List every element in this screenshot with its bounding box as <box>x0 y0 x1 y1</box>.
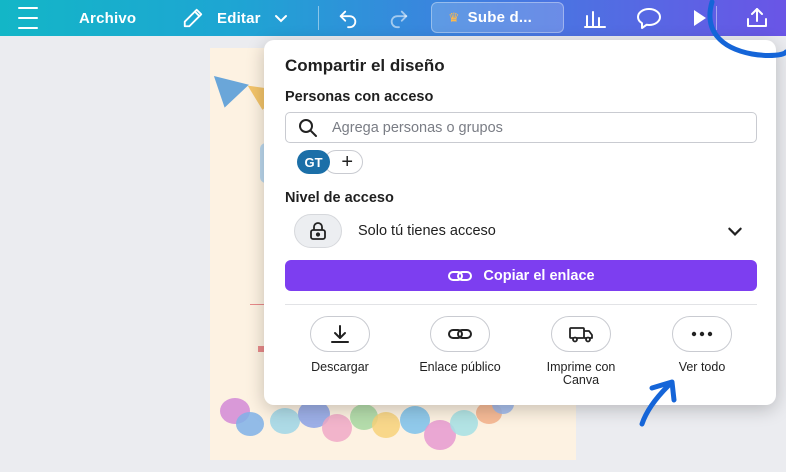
present-button[interactable] <box>693 0 707 36</box>
people-access-label: Personas con acceso <box>285 89 434 105</box>
link-icon <box>448 270 473 281</box>
play-icon <box>694 10 706 26</box>
balloon-decor <box>270 408 300 434</box>
undo-button[interactable] <box>336 0 360 36</box>
download-label: Descargar <box>311 360 369 374</box>
copy-link-label: Copiar el enlace <box>483 267 595 284</box>
panel-title: Compartir el diseño <box>285 56 445 75</box>
redo-button[interactable] <box>387 0 411 36</box>
access-level-label: Nivel de acceso <box>285 190 394 206</box>
chevron-down-icon <box>274 15 287 23</box>
redo-icon <box>390 10 408 29</box>
plus-icon: + <box>341 150 353 173</box>
share-design-panel: Compartir el diseño Personas con acceso … <box>264 40 776 405</box>
print-label: Imprime con Canva <box>546 360 616 387</box>
access-level-value: Solo tú tienes acceso <box>358 223 496 239</box>
link-icon <box>430 316 490 352</box>
access-level-select[interactable]: Solo tú tienes acceso <box>294 214 744 248</box>
more-icon <box>672 316 732 352</box>
hamburger-icon[interactable] <box>18 0 38 36</box>
pencil-icon <box>183 8 203 28</box>
download-action[interactable]: Descargar <box>280 316 400 374</box>
people-search-input[interactable] <box>332 119 732 136</box>
people-search-field[interactable] <box>285 112 757 143</box>
see-all-action[interactable]: Ver todo <box>642 316 762 374</box>
crown-icon: ♛ <box>448 9 460 25</box>
search-icon <box>299 118 317 137</box>
top-toolbar: Archivo Editar ♛ Sube d... <box>0 0 786 36</box>
balloon-decor <box>450 410 478 436</box>
upgrade-label: Sube d... <box>467 9 532 26</box>
share-upload-icon <box>747 8 767 27</box>
share-button[interactable] <box>745 0 769 36</box>
comment-icon <box>637 8 661 29</box>
download-icon <box>310 316 370 352</box>
public-link-label: Enlace público <box>419 360 501 374</box>
avatar[interactable]: GT <box>297 150 330 174</box>
upgrade-button[interactable]: ♛ Sube d... <box>431 2 564 33</box>
bunting-flag <box>210 76 249 112</box>
balloon-decor <box>236 412 264 436</box>
lock-icon <box>294 214 342 248</box>
public-link-action[interactable]: Enlace público <box>400 316 520 374</box>
chevron-down-icon <box>728 227 742 236</box>
print-action[interactable]: Imprime con Canva <box>521 316 641 387</box>
toolbar-divider <box>716 6 717 30</box>
archivo-label: Archivo <box>79 9 137 27</box>
balloon-decor <box>322 414 352 442</box>
bar-chart-icon <box>584 11 606 28</box>
comments-button[interactable] <box>636 0 662 36</box>
undo-icon <box>339 10 357 29</box>
divider <box>285 304 757 305</box>
copy-link-button[interactable]: Copiar el enlace <box>285 260 757 291</box>
insights-button[interactable] <box>583 0 607 36</box>
truck-icon <box>551 316 611 352</box>
toolbar-divider <box>318 6 319 30</box>
archivo-menu[interactable]: Archivo <box>79 0 136 36</box>
see-all-label: Ver todo <box>678 360 726 374</box>
editar-menu[interactable]: Editar <box>182 0 289 36</box>
balloon-decor <box>372 412 400 438</box>
editar-label: Editar <box>217 9 261 27</box>
